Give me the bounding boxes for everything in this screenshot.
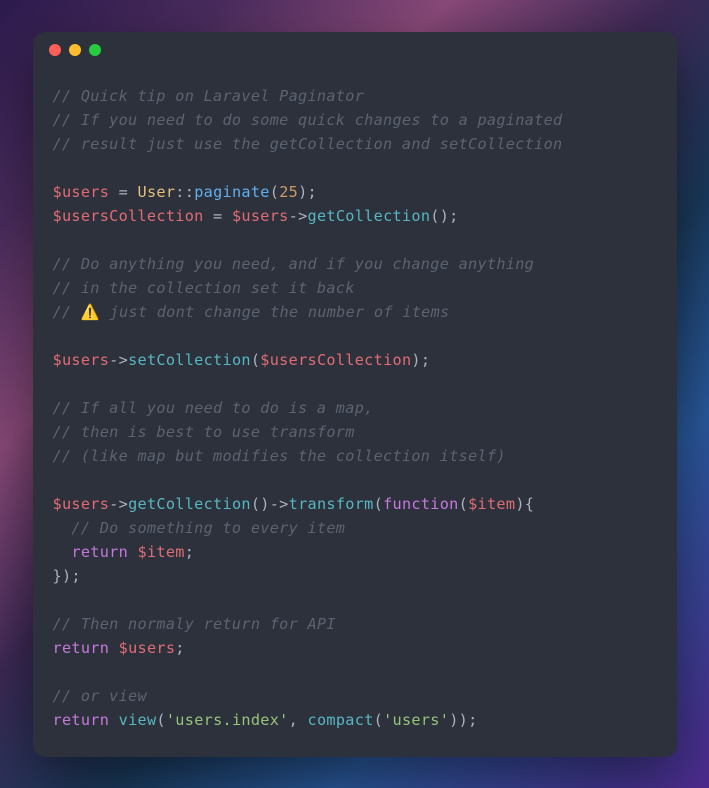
code-token: 'users' [383,711,449,729]
code-window: // Quick tip on Laravel Paginator // If y… [33,32,677,757]
code-token: $users [119,639,176,657]
code-token: -> [109,495,128,513]
code-line: // Do something to every item [53,516,657,540]
code-line: // in the collection set it back [53,276,657,300]
code-token: // in the collection set it back [53,279,355,297]
code-token: }); [53,567,81,585]
code-token: :: [175,183,194,201]
code-token: $users [53,495,110,513]
close-icon[interactable] [49,44,61,56]
code-line: // Then normaly return for API [53,612,657,636]
code-editor: // Quick tip on Laravel Paginator // If y… [33,68,677,752]
code-line [53,660,657,684]
code-line: $users = User::paginate(25); [53,180,657,204]
code-token: $item [138,543,185,561]
code-token: $users [53,183,110,201]
code-token: = [204,207,232,225]
code-token: compact [308,711,374,729]
code-token: // If all you need to do is a map, [53,399,374,417]
code-token: ( [251,351,260,369]
code-line: // (like map but modifies the collection… [53,444,657,468]
code-token: -> [109,351,128,369]
code-line [53,156,657,180]
code-line: }); [53,564,657,588]
code-line [53,372,657,396]
code-token: ()-> [251,495,289,513]
code-token: return [53,639,110,657]
code-token: return [53,711,110,729]
code-token: view [119,711,157,729]
code-line: return view('users.index', compact('user… [53,708,657,732]
code-token [109,639,118,657]
code-token: getCollection [308,207,431,225]
code-line [53,468,657,492]
code-token: $usersCollection [53,207,204,225]
code-token: ( [270,183,279,201]
code-token: ){ [515,495,534,513]
code-token: just dont change the number of items [100,303,449,321]
code-token: // [53,303,81,321]
code-token: = [109,183,137,201]
code-token: paginate [194,183,270,201]
code-token: ( [374,495,383,513]
code-line: // Quick tip on Laravel Paginator [53,84,657,108]
code-token: // result just use the getCollection and… [53,135,563,153]
code-token: ; [185,543,194,561]
code-token: User [138,183,176,201]
code-line [53,228,657,252]
code-token [128,543,137,561]
code-token: $users [232,207,289,225]
code-token: ( [459,495,468,513]
window-titlebar [33,32,677,68]
code-token: // then is best to use transform [53,423,355,441]
code-token: 25 [279,183,298,201]
code-token: (); [430,207,458,225]
code-line: return $users; [53,636,657,660]
code-line: // or view [53,684,657,708]
code-line: // then is best to use transform [53,420,657,444]
code-token: function [383,495,459,513]
code-token: // Quick tip on Laravel Paginator [53,87,365,105]
code-token: $usersCollection [260,351,411,369]
code-line: // If all you need to do is a map, [53,396,657,420]
code-line: // If you need to do some quick changes … [53,108,657,132]
code-token: ⚠️ [81,303,100,321]
code-token: 'users.index' [166,711,289,729]
code-token: ); [298,183,317,201]
code-token: // or view [53,687,147,705]
code-token: ( [374,711,383,729]
code-token: // If you need to do some quick changes … [53,111,563,129]
minimize-icon[interactable] [69,44,81,56]
code-line [53,324,657,348]
code-token: return [71,543,128,561]
code-line: $users->setCollection($usersCollection); [53,348,657,372]
code-token [109,711,118,729]
code-token: // Do anything you need, and if you chan… [53,255,535,273]
code-line [53,588,657,612]
code-token: // Do something to every item [53,519,346,537]
code-token: ); [411,351,430,369]
code-token: $users [53,351,110,369]
code-token: // (like map but modifies the collection… [53,447,506,465]
code-token: getCollection [128,495,251,513]
code-token: ; [175,639,184,657]
code-token: )); [449,711,477,729]
code-line: return $item; [53,540,657,564]
code-line: $users->getCollection()->transform(funct… [53,492,657,516]
code-token: , [289,711,308,729]
code-line: // result just use the getCollection and… [53,132,657,156]
code-line: // Do anything you need, and if you chan… [53,252,657,276]
code-token [53,543,72,561]
code-token: // Then normaly return for API [53,615,336,633]
maximize-icon[interactable] [89,44,101,56]
code-token: -> [289,207,308,225]
code-token: $item [468,495,515,513]
code-token: ( [156,711,165,729]
code-line: $usersCollection = $users->getCollection… [53,204,657,228]
code-token: transform [289,495,374,513]
code-line: // ⚠️ just dont change the number of ite… [53,300,657,324]
code-token: setCollection [128,351,251,369]
